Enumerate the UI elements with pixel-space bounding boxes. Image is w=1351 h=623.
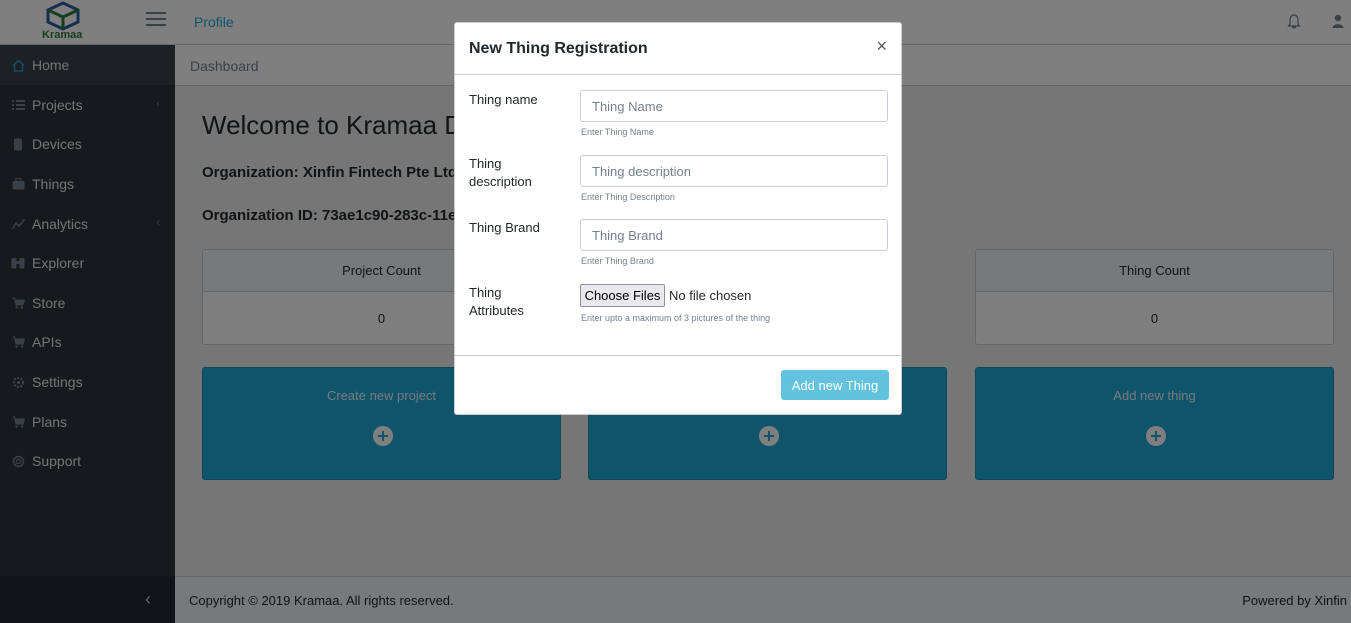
thing-description-input[interactable] [580,155,888,187]
modal-title: New Thing Registration [469,40,648,57]
thing-name-input[interactable] [580,90,888,122]
thing-attributes-help: Enter upto a maximum of 3 pictures of th… [581,313,771,323]
thing-brand-label: Thing Brand [469,220,540,235]
thing-attributes-label: Thing Attributes [469,285,524,318]
thing-description-help: Enter Thing Description [581,192,675,202]
thing-name-label: Thing name [469,92,538,107]
choose-files-button[interactable]: Choose Files [580,284,665,307]
modal-footer: Add new Thing [455,355,901,414]
close-icon[interactable]: × [876,37,887,55]
thing-description-label: Thing description [469,156,532,189]
new-thing-modal: New Thing Registration × Thing name Ente… [454,22,902,415]
thing-brand-help: Enter Thing Brand [581,256,654,266]
file-status: No file chosen [669,288,752,303]
thing-brand-input[interactable] [580,219,888,251]
modal-header: New Thing Registration × [455,23,901,75]
add-new-thing-button[interactable]: Add new Thing [781,370,889,400]
thing-name-help: Enter Thing Name [581,127,654,137]
